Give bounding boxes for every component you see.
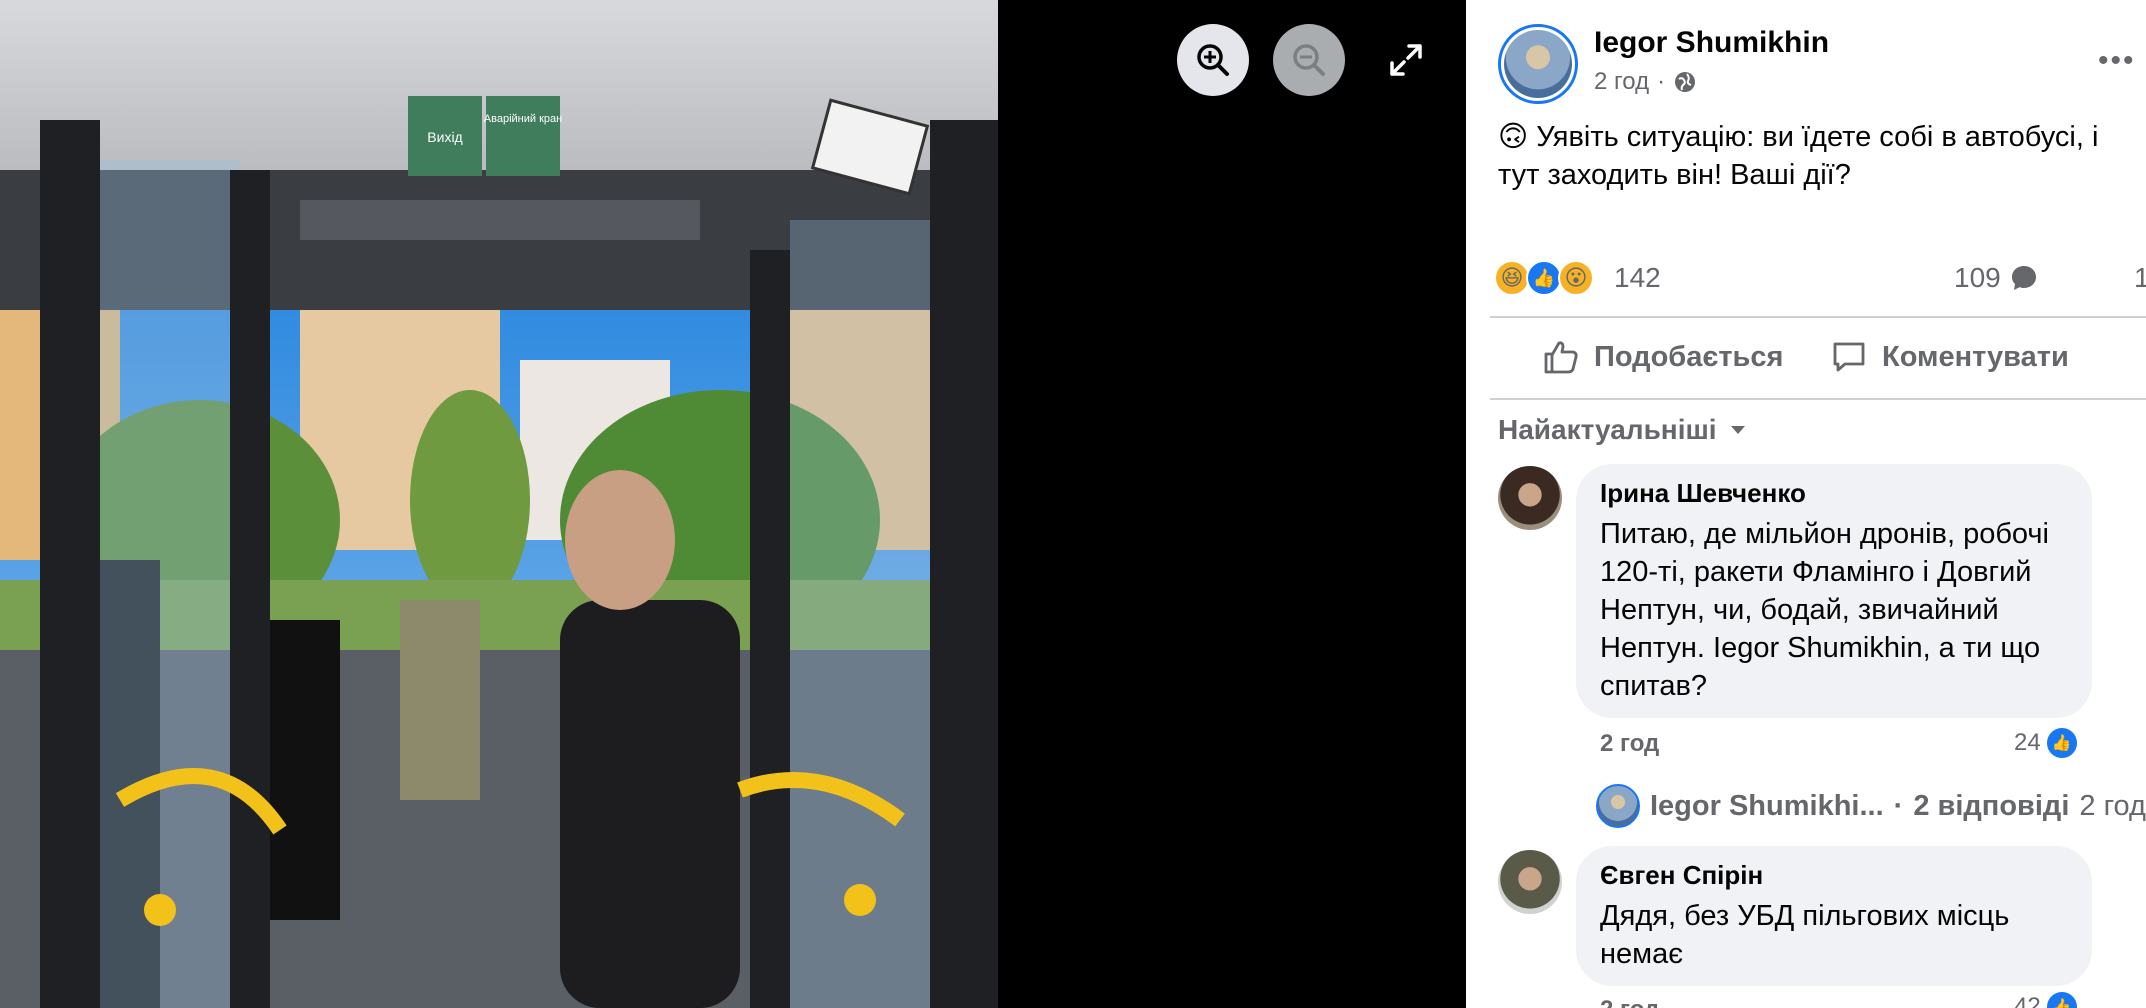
commenter-avatar[interactable] [1498, 850, 1562, 914]
comment-bubble: Ірина Шевченко Питаю, де мільйон дронів,… [1576, 464, 2092, 718]
like-button-label: Подобається [1594, 340, 1784, 373]
globe-icon [1675, 72, 1696, 92]
author-name[interactable]: Iegor Shumikhin [1594, 26, 1829, 60]
post-meta: 2 год · [1594, 68, 1697, 96]
thumbs-up-icon [1544, 341, 1578, 374]
comment-time[interactable]: 2 год [1600, 730, 1659, 758]
haha-reaction-icon: 😆 [1494, 260, 1530, 296]
reactions-summary: 😆 👍 😮 142 109 1 [1494, 256, 2146, 300]
zoom-in-icon [1197, 44, 1229, 76]
comment-like-count[interactable]: 42 👍 [2014, 990, 2079, 1008]
caret-down-icon [1730, 426, 1745, 434]
comment-like-value: 42 [2014, 993, 2041, 1008]
zoom-out-button[interactable] [1273, 24, 1345, 96]
reply-author-name: Iegor Shumikhi... [1650, 789, 1884, 822]
comment-count-value: 109 [1954, 262, 2001, 293]
meta-separator: · [1657, 68, 1666, 95]
reaction-count[interactable]: 142 [1614, 262, 1661, 294]
comment-like-value: 24 [2014, 729, 2041, 756]
comment-sort-dropdown[interactable]: Найактуальніші [1498, 414, 1747, 446]
commenter-name[interactable]: Ірина Шевченко [1600, 478, 2068, 509]
replies-separator: · [1893, 789, 1904, 822]
post-photo[interactable]: Вихід Аварійний кран [0, 0, 998, 1008]
emergency-sign: Аварійний кран [484, 113, 562, 125]
like-reaction-icon: 👍 [2044, 990, 2079, 1008]
comment-time[interactable]: 2 год [1600, 996, 1659, 1008]
fullscreen-button[interactable] [1370, 24, 1442, 96]
photo-viewer: Вихід Аварійний кран [0, 0, 1466, 1008]
comment-text: Питаю, де мільйон дронів, робочі 120-ті,… [1600, 518, 2049, 702]
more-options-button[interactable]: ••• [2098, 44, 2136, 78]
comment-bubble: Євген Спірін Дядя, без УБД пільгових міс… [1576, 846, 2092, 986]
post-panel: Iegor Shumikhin 2 год · ••• 🙃 Уявіть сит… [1466, 0, 2146, 1008]
replies-count: 2 відповіді [1913, 789, 2070, 822]
reply-author-avatar [1596, 784, 1640, 828]
comment-button-label: Коментувати [1882, 340, 2069, 373]
comment-like-count[interactable]: 24 👍 [2014, 726, 2079, 760]
reaction-icons[interactable]: 😆 👍 😮 [1494, 260, 1594, 296]
comment-count[interactable]: 109 [1954, 262, 2039, 294]
expand-icon [1390, 44, 1422, 76]
comment-icon [1833, 342, 1865, 372]
commenter-avatar[interactable] [1498, 466, 1562, 530]
comment-button[interactable]: Коментувати [1830, 338, 2069, 376]
post-text: 🙃 Уявіть ситуацію: ви їдете собі в автоб… [1498, 118, 2138, 194]
action-bar: Подобається Коментувати [1490, 316, 2146, 400]
zoom-in-button[interactable] [1177, 24, 1249, 96]
replies-time: 2 год [2079, 789, 2146, 822]
like-reaction-icon: 👍 [2044, 726, 2079, 760]
like-reaction-icon: 👍 [1526, 260, 1562, 296]
view-replies-link[interactable]: Iegor Shumikhi... · 2 відповіді 2 год [1596, 784, 2146, 828]
author-avatar[interactable] [1498, 24, 1578, 104]
exit-sign: Вихід [427, 129, 462, 145]
like-button[interactable]: Подобається [1542, 338, 1783, 376]
sort-label: Найактуальніші [1498, 414, 1717, 445]
zoom-out-icon [1293, 44, 1325, 76]
comment-text: Дядя, без УБД пільгових місць немає [1600, 900, 2010, 970]
wow-reaction-icon: 😮 [1558, 260, 1594, 296]
post-time[interactable]: 2 год [1594, 68, 1649, 96]
more-icon: ••• [2098, 44, 2136, 77]
commenter-name[interactable]: Євген Спірін [1600, 860, 2068, 891]
share-count[interactable]: 1 [2134, 262, 2146, 294]
post-body: Уявіть ситуацію: ви їдете собі в автобус… [1498, 121, 2099, 191]
comment-bubble-icon [2011, 266, 2036, 290]
post-emoji: 🙃 [1498, 121, 1529, 153]
